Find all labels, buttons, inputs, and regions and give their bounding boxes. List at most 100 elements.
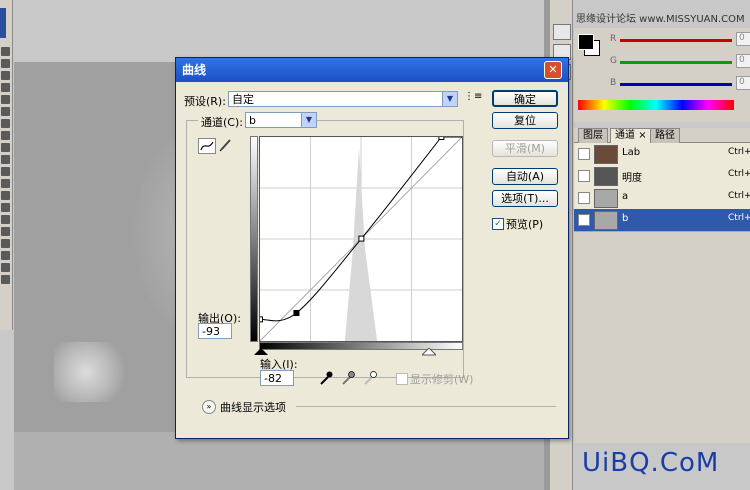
channel-thumbnail	[594, 167, 618, 186]
show-clipping-checkbox[interactable]	[396, 373, 408, 385]
ok-button[interactable]: 确定	[492, 90, 558, 107]
channel-name: a	[622, 191, 629, 202]
curve-control-point[interactable]	[257, 316, 263, 323]
channel-thumbnail	[594, 189, 618, 208]
curve-control-point[interactable]	[438, 134, 445, 140]
curve-graph[interactable]	[257, 134, 463, 342]
dialog-titlebar[interactable]: 曲线	[176, 58, 568, 82]
watermark-text: 思缘设计论坛 www.MISSYUAN.COM	[576, 14, 745, 25]
channel-value: b	[249, 114, 256, 127]
foreground-color-swatch[interactable]	[578, 34, 594, 50]
black-eyedropper-icon[interactable]	[318, 370, 334, 386]
tool-button[interactable]	[1, 119, 10, 128]
tools-panel	[0, 0, 13, 330]
tab-paths[interactable]: 路径	[650, 128, 680, 143]
channel-select[interactable]: b ▼	[245, 112, 317, 128]
green-label: G	[610, 56, 617, 66]
close-icon[interactable]: ✕	[544, 61, 562, 79]
tool-button[interactable]	[1, 95, 10, 104]
tool-button[interactable]	[1, 239, 10, 248]
channel-row-selected[interactable]: b Ctrl+3	[574, 209, 750, 232]
output-field[interactable]: -93	[198, 323, 232, 339]
eye-icon[interactable]	[578, 214, 590, 226]
tool-button[interactable]	[1, 203, 10, 212]
tool-button[interactable]	[1, 71, 10, 80]
curve-tool-icon[interactable]	[198, 138, 216, 154]
tab-channels[interactable]: 通道 ×	[610, 128, 652, 143]
red-slider[interactable]: R 0	[610, 32, 750, 50]
blue-value[interactable]: 0	[736, 76, 750, 90]
preview-checkbox[interactable]: ✓	[492, 218, 504, 230]
color-spectrum[interactable]	[578, 100, 734, 110]
chevron-down-icon[interactable]: ▼	[301, 113, 316, 127]
channel-thumbnail	[594, 211, 618, 230]
auto-button[interactable]: 自动(A)	[492, 168, 558, 185]
curves-dialog: 曲线 ✕ 预设(R): 自定 ▼ ⋮≡ 通道(C): b ▼ 输出(O): -9…	[175, 57, 569, 439]
channels-tabbar: 图层 通道 × 路径	[574, 128, 750, 143]
tool-button[interactable]	[1, 47, 10, 56]
canvas-bottom-area	[14, 432, 554, 490]
tab-layers[interactable]: 图层	[578, 128, 608, 143]
pencil-icon[interactable]	[218, 138, 234, 152]
curve-options-label: 曲线显示选项	[220, 401, 286, 414]
visibility-toggle[interactable]	[578, 192, 590, 204]
channel-shortcut: Ctrl+3	[728, 213, 750, 223]
green-bar[interactable]	[620, 61, 732, 64]
white-eyedropper-icon[interactable]	[362, 370, 378, 386]
tool-button[interactable]	[1, 83, 10, 92]
curve-control-point[interactable]	[358, 235, 365, 242]
blue-label: B	[610, 78, 617, 88]
blue-bar[interactable]	[620, 83, 732, 86]
curve-plot[interactable]	[257, 134, 463, 342]
tool-button[interactable]	[1, 131, 10, 140]
show-clipping-label: 显示修剪(W)	[410, 373, 474, 386]
tool-button[interactable]	[1, 191, 10, 200]
tools-panel-header	[0, 8, 6, 38]
canvas-image-flowers	[54, 342, 134, 402]
visibility-toggle[interactable]	[578, 170, 590, 182]
tab-channels-label: 通道	[615, 130, 635, 141]
green-slider[interactable]: G 0	[610, 54, 750, 72]
channel-name: Lab	[622, 147, 641, 158]
reset-button[interactable]: 复位	[492, 112, 558, 129]
tool-button[interactable]	[1, 107, 10, 116]
expand-icon[interactable]: »	[202, 400, 216, 414]
input-field[interactable]: -82	[260, 370, 294, 386]
preset-menu-icon[interactable]: ⋮≡	[464, 91, 482, 102]
panel-dock-button[interactable]	[553, 24, 571, 40]
curve-icon	[200, 141, 214, 151]
black-point-slider[interactable]	[254, 348, 268, 356]
channels-list: Lab Ctrl+~ 明度 Ctrl+1 a Ctrl+2 b Ctrl+3	[574, 143, 750, 443]
gray-eyedropper-icon[interactable]	[340, 370, 356, 386]
tool-button[interactable]	[1, 215, 10, 224]
red-value[interactable]: 0	[736, 32, 750, 46]
dialog-title: 曲线	[182, 63, 207, 77]
red-bar[interactable]	[620, 39, 732, 42]
channel-row[interactable]: a Ctrl+2	[574, 187, 750, 210]
curve-control-point-selected[interactable]	[293, 310, 300, 316]
tool-button[interactable]	[1, 179, 10, 188]
smooth-button[interactable]: 平滑(M)	[492, 140, 558, 157]
green-value[interactable]: 0	[736, 54, 750, 68]
tool-button[interactable]	[1, 59, 10, 68]
tool-button[interactable]	[1, 227, 10, 236]
tool-button[interactable]	[1, 263, 10, 272]
visibility-toggle[interactable]	[578, 148, 590, 160]
tool-button[interactable]	[1, 275, 10, 284]
channel-row[interactable]: 明度 Ctrl+1	[574, 165, 750, 188]
channel-row[interactable]: Lab Ctrl+~	[574, 143, 750, 166]
output-gradient-bar	[250, 136, 258, 342]
channel-thumbnail	[594, 145, 618, 164]
chevron-down-icon[interactable]: ▼	[442, 92, 457, 106]
tool-button[interactable]	[1, 143, 10, 152]
tool-button[interactable]	[1, 251, 10, 260]
tool-button[interactable]	[1, 167, 10, 176]
channel-name: b	[622, 213, 629, 224]
white-point-slider[interactable]	[422, 348, 436, 356]
tool-button[interactable]	[1, 155, 10, 164]
preset-select[interactable]: 自定 ▼	[228, 91, 458, 107]
preset-value: 自定	[232, 93, 254, 106]
blue-slider[interactable]: B 0	[610, 76, 750, 94]
options-button[interactable]: 选项(T)...	[492, 190, 558, 207]
close-icon[interactable]: ×	[638, 130, 646, 141]
